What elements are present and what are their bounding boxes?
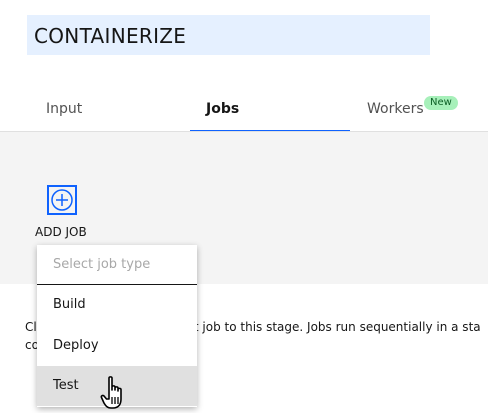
tab-workers[interactable]: Workers New (352, 90, 488, 132)
tab-jobs-label: Jobs (206, 101, 240, 117)
add-job-button[interactable] (47, 185, 77, 215)
dropdown-option-build[interactable]: Build (37, 285, 197, 325)
hand-pointer-icon (100, 376, 122, 409)
job-type-placeholder: Select job type (53, 257, 151, 272)
tab-input-label: Input (46, 101, 83, 117)
add-job-label: ADD JOB (35, 225, 87, 239)
tab-bar: Input Jobs Workers New (0, 90, 488, 132)
plus-circle-icon (51, 189, 73, 211)
job-type-search-input[interactable]: Select job type (37, 245, 197, 285)
option-label: Deploy (53, 338, 99, 353)
tab-jobs[interactable]: Jobs (190, 90, 350, 132)
description-text-start: Cl (25, 320, 37, 334)
tab-input[interactable]: Input (30, 90, 190, 132)
option-label: Build (53, 297, 86, 312)
description-text-rest: rst job to this stage. Jobs run sequenti… (182, 320, 481, 334)
stage-title-box: CONTAINERIZE (27, 15, 430, 55)
tab-workers-label: Workers (367, 101, 424, 117)
new-badge: New (424, 96, 458, 110)
dropdown-option-deploy[interactable]: Deploy (37, 326, 197, 366)
option-label: Test (53, 378, 79, 393)
page-title: CONTAINERIZE (34, 24, 187, 48)
